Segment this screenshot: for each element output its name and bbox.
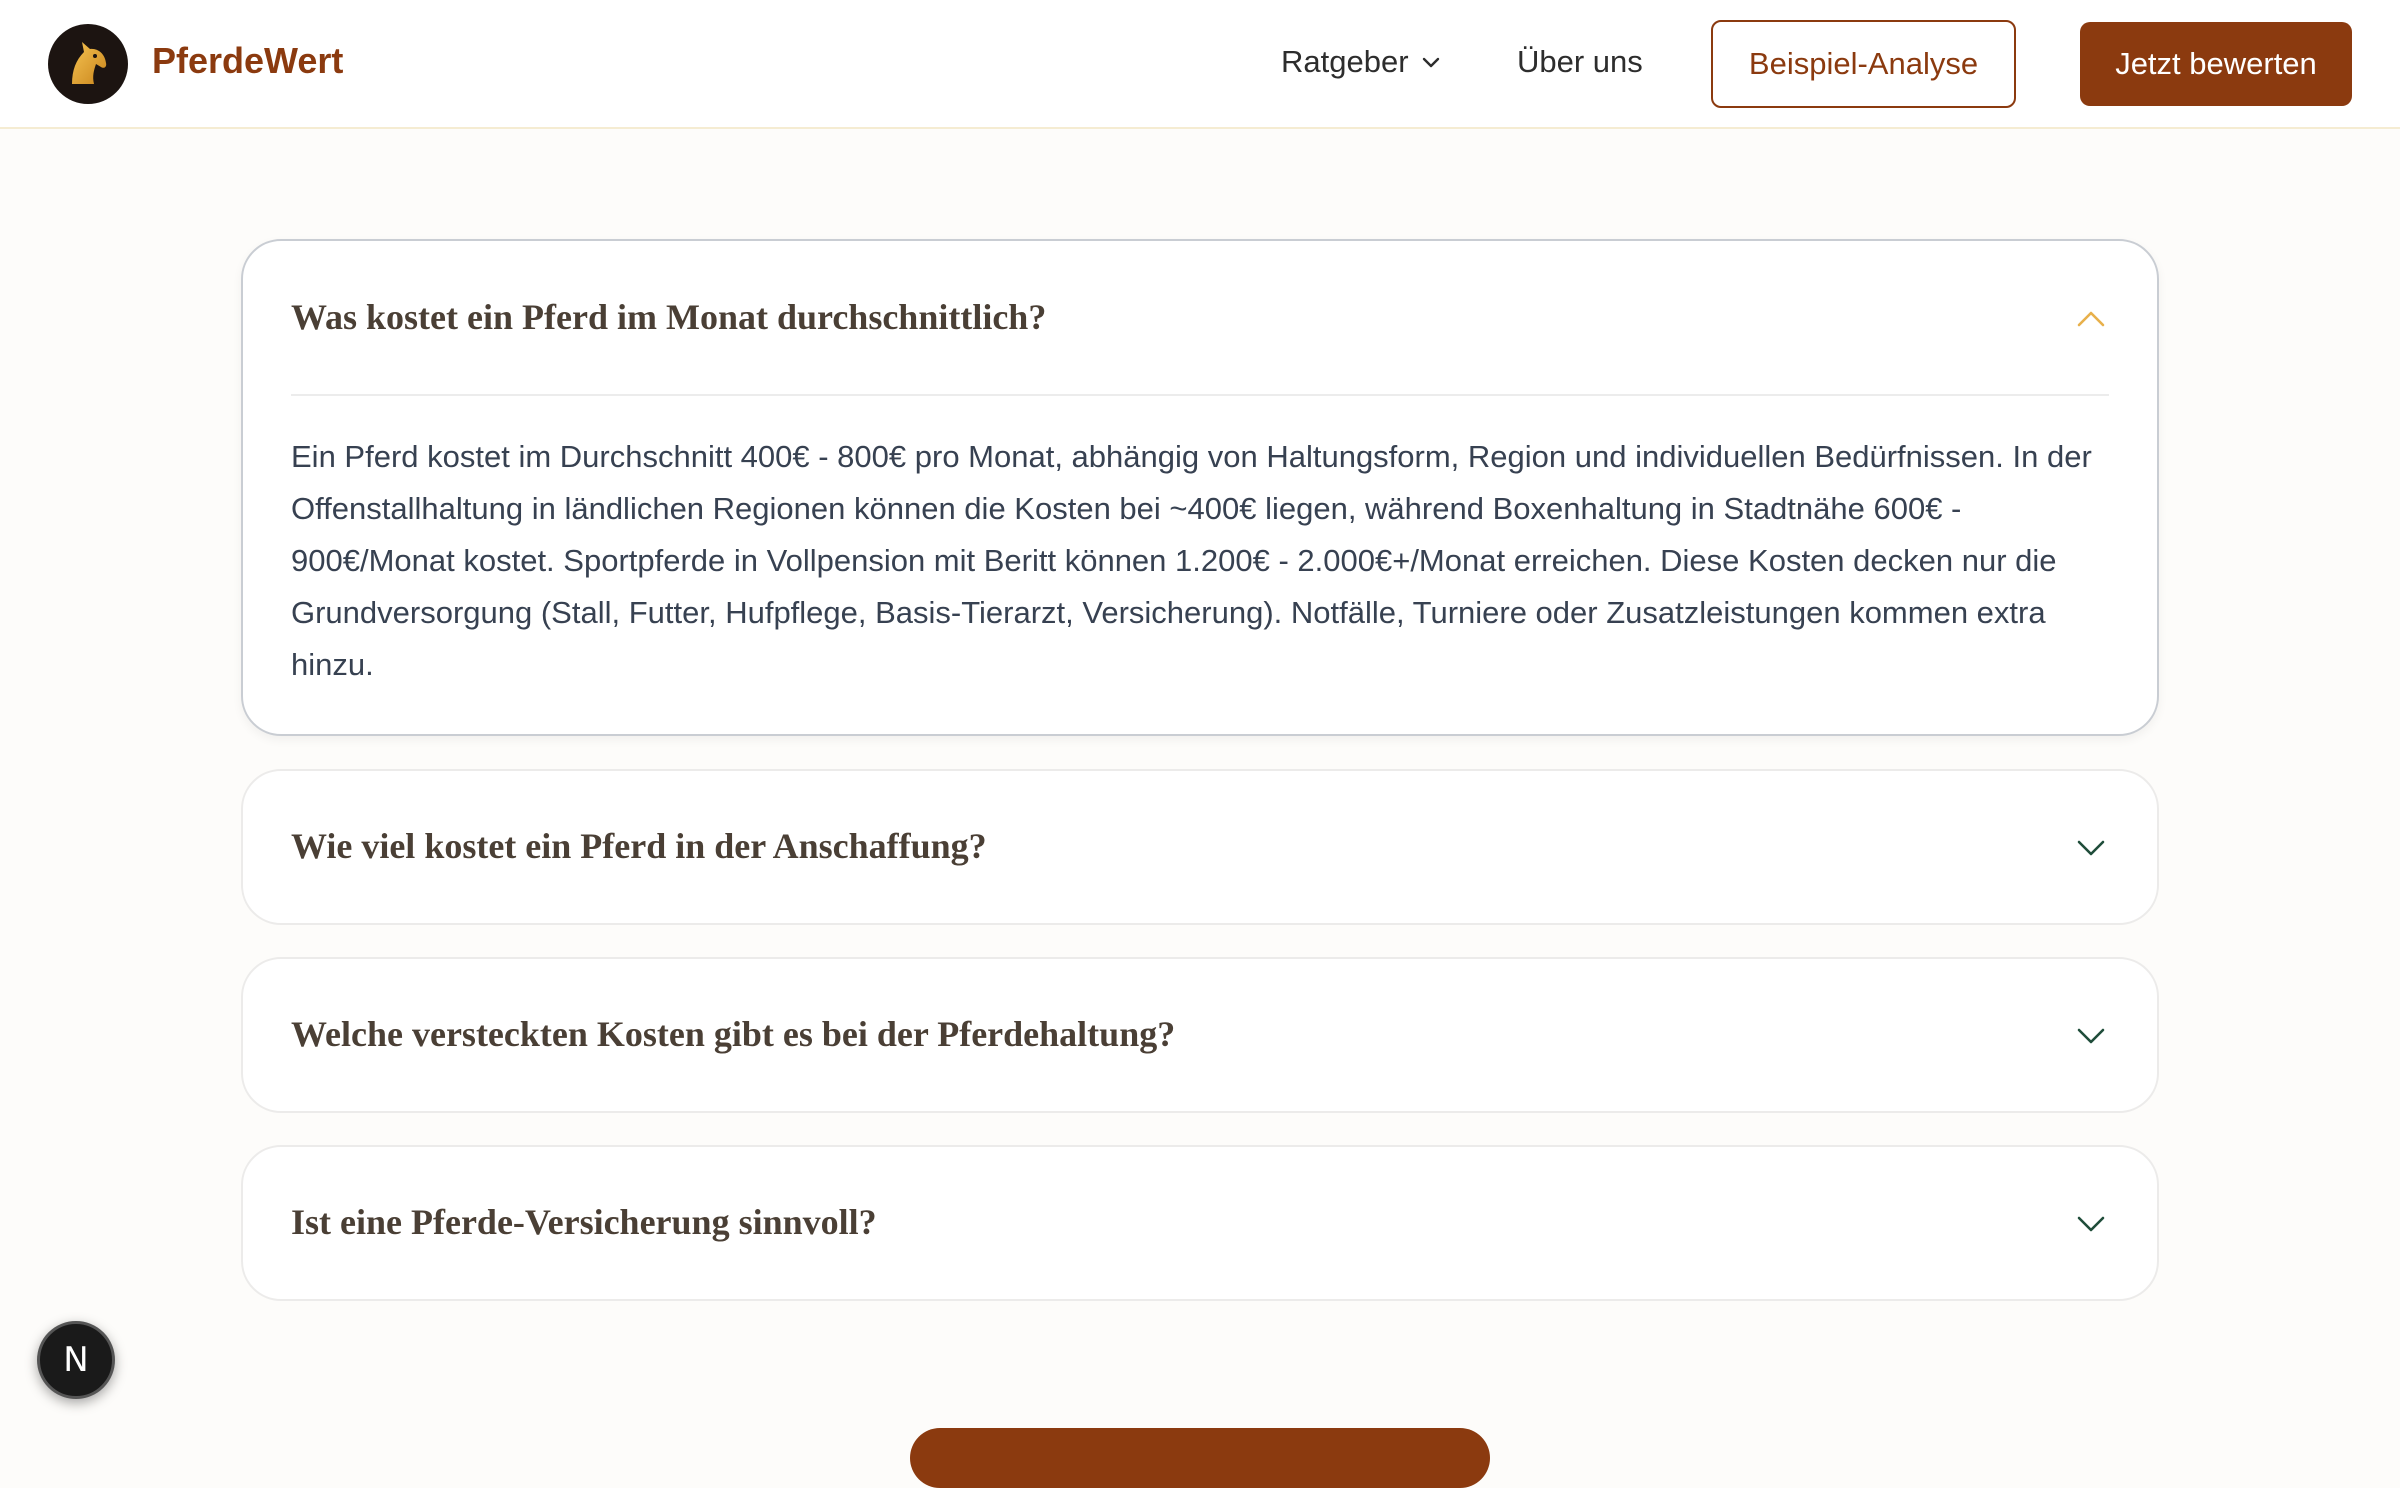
chevron-down-icon[interactable] [2075,838,2107,858]
example-analysis-button[interactable]: Beispiel-Analyse [1711,20,2016,108]
faq-answer: Ein Pferd kostet im Durchschnitt 400€ - … [291,439,2092,682]
chevron-down-icon[interactable] [2075,1214,2107,1234]
horse-head-icon [72,42,107,84]
nav-ratgeber[interactable]: Ratgeber [1281,44,1441,80]
site-header: ​ ​ PferdeWert Ratgeber Über uns Beispie… [0,0,2400,129]
nav-about[interactable]: Über uns [1517,44,1643,80]
bottom-cta-button[interactable] [910,1428,1490,1488]
faq-question[interactable]: Wie viel kostet ein Pferd in der Anschaf… [291,825,987,867]
chevron-down-icon [1422,57,1439,68]
faq-item[interactable]: Welche versteckten Kosten gibt es bei de… [241,957,2159,1113]
chevron-up-icon[interactable] [2075,309,2107,329]
faq-item[interactable]: Ist eine Pferde-Versicherung sinnvoll? [241,1145,2159,1301]
brand-name[interactable]: PferdeWert [152,40,343,82]
faq-question[interactable]: Was kostet ein Pferd im Monat durchschni… [291,296,1046,338]
faq-question[interactable]: Welche versteckten Kosten gibt es bei de… [291,1013,1175,1055]
faq-item: Was kostet ein Pferd im Monat durchschni… [241,239,2159,736]
faq-question[interactable]: Ist eine Pferde-Versicherung sinnvoll? [291,1201,877,1243]
chevron-down-icon[interactable] [2075,1026,2107,1046]
rate-now-button[interactable]: Jetzt bewerten [2080,22,2352,106]
faq-divider [291,394,2109,396]
horse-logo-icon[interactable] [48,24,128,104]
nav-ratgeber-label: Ratgeber [1281,44,1409,79]
nav-about-label: Über uns [1517,44,1643,79]
faq-item[interactable]: Wie viel kostet ein Pferd in der Anschaf… [241,769,2159,925]
nextjs-dev-badge[interactable]: N [37,1321,115,1399]
scrolled-content-ghost: ​ ​ [0,0,2400,129]
